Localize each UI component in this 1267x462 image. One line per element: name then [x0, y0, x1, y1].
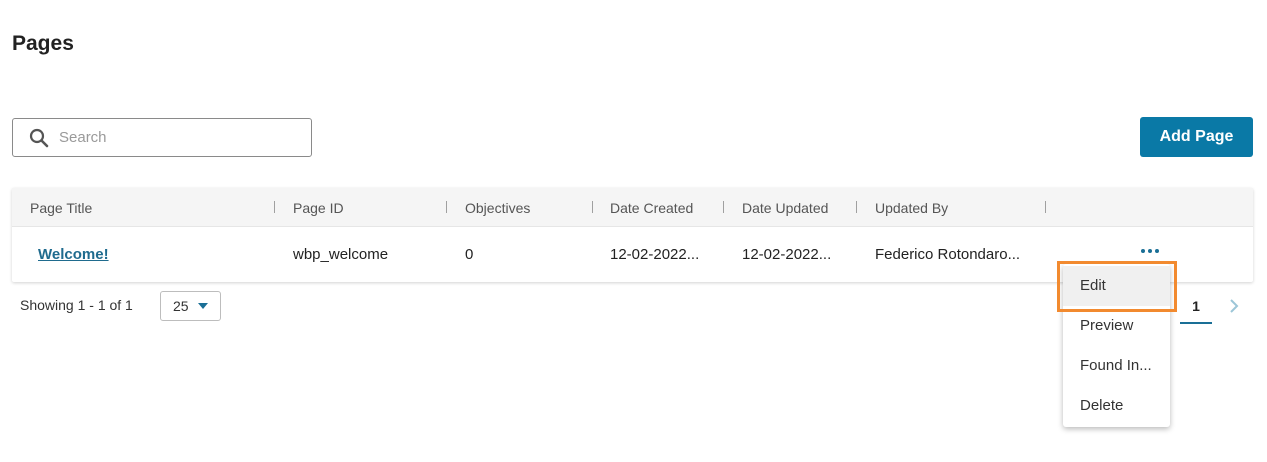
column-header-updated-by[interactable]: Updated By: [875, 200, 948, 216]
menu-item-found-in[interactable]: Found In...: [1063, 346, 1170, 386]
objectives-cell: 0: [465, 246, 474, 263]
column-resize-handle[interactable]: [446, 201, 447, 213]
column-header-page-title[interactable]: Page Title: [30, 200, 92, 216]
column-header-page-id[interactable]: Page ID: [293, 200, 344, 216]
menu-item-delete[interactable]: Delete: [1063, 386, 1170, 426]
page-title: Pages: [12, 32, 74, 55]
date-created-cell: 12-02-2022...: [610, 246, 700, 263]
column-header-date-updated[interactable]: Date Updated: [742, 200, 828, 216]
chevron-right-icon[interactable]: [1226, 297, 1242, 315]
column-resize-handle[interactable]: [274, 201, 275, 213]
per-page-value: 25: [173, 298, 189, 314]
menu-item-edit[interactable]: Edit: [1063, 266, 1170, 306]
per-page-select[interactable]: 25: [160, 291, 221, 321]
results-count: Showing 1 - 1 of 1: [20, 297, 133, 313]
search-icon: [29, 128, 49, 148]
page-id-cell: wbp_welcome: [293, 246, 389, 263]
column-resize-handle[interactable]: [1045, 201, 1046, 213]
caret-down-icon: [197, 303, 208, 309]
table-header: Page Title Page ID Objectives Date Creat…: [12, 188, 1253, 227]
column-header-objectives[interactable]: Objectives: [465, 200, 530, 216]
column-resize-handle[interactable]: [592, 201, 593, 213]
column-header-date-created[interactable]: Date Created: [610, 200, 693, 216]
updated-by-cell: Federico Rotondaro...: [875, 246, 1021, 263]
column-resize-handle[interactable]: [723, 201, 724, 213]
date-updated-cell: 12-02-2022...: [742, 246, 832, 263]
search-box[interactable]: [12, 118, 312, 157]
add-page-button[interactable]: Add Page: [1140, 117, 1253, 157]
row-actions-menu: Edit Preview Found In... Delete: [1063, 264, 1170, 427]
search-input[interactable]: [59, 129, 299, 146]
menu-item-preview[interactable]: Preview: [1063, 306, 1170, 346]
pagination-page-1[interactable]: 1: [1180, 293, 1212, 324]
more-options-icon[interactable]: [1138, 242, 1162, 260]
column-resize-handle[interactable]: [856, 201, 857, 213]
page-title-link[interactable]: Welcome!: [38, 246, 109, 263]
